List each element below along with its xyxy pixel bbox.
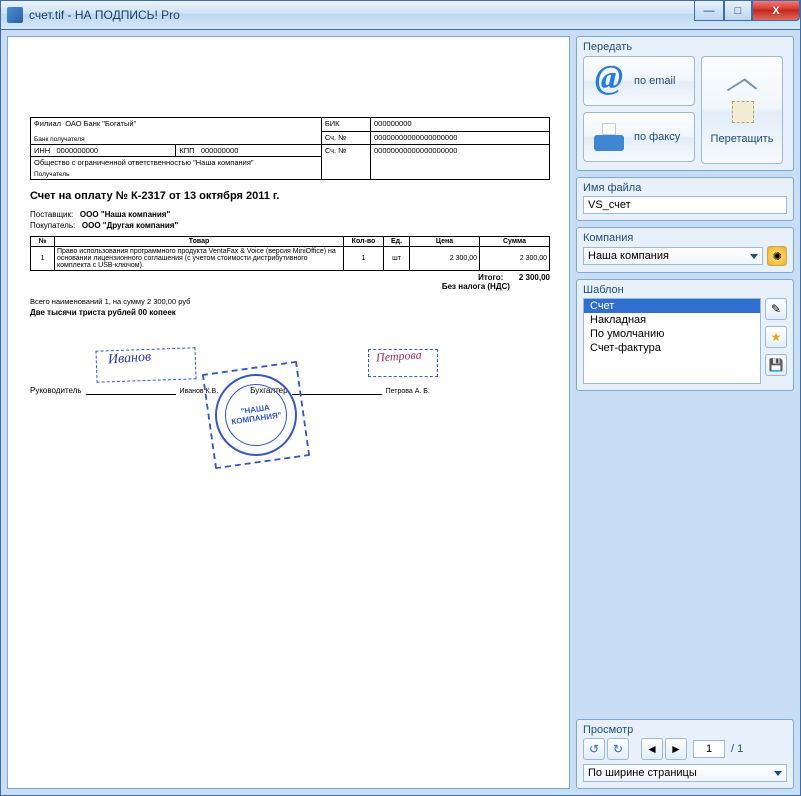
invoice-title: Счет на оплату № К-2317 от 13 октября 20… (30, 190, 550, 202)
signature-1: Иванов (107, 350, 151, 369)
prev-page-button[interactable]: ◄ (641, 738, 663, 760)
rotate-left-button[interactable]: ↺ (583, 738, 605, 760)
company-panel: Компания Наша компания ✺ (576, 227, 794, 273)
template-new-button[interactable]: ★ (765, 326, 787, 348)
drag-cursor-icon (722, 75, 762, 123)
chevron-down-icon (774, 771, 782, 776)
titlebar: счет.tif - НА ПОДПИСЬ! Pro — □ X (0, 0, 801, 30)
gear-icon: ✺ (773, 250, 782, 263)
document-page: Филиал ОАО Банк "Богатый" Банк получател… (30, 47, 550, 395)
template-item[interactable]: Счет-фактура (584, 341, 760, 355)
pencil-icon: ✎ (771, 302, 781, 316)
next-page-button[interactable]: ► (665, 738, 687, 760)
at-icon: @ (592, 64, 626, 98)
window-title: счет.tif - НА ПОДПИСЬ! Pro (29, 8, 180, 22)
maximize-button[interactable]: □ (724, 1, 752, 21)
floppy-icon: 💾 (769, 358, 784, 372)
template-panel: Шаблон СчетНакладнаяПо умолчаниюСчет-фак… (576, 279, 794, 391)
filename-panel: Имя файла (576, 177, 794, 221)
preview-panel: Просмотр ↺ ↻ ◄ ► / 1 По ширине страницы (576, 719, 794, 789)
template-item[interactable]: Счет (584, 299, 760, 313)
triangle-right-icon: ► (670, 742, 682, 756)
rotate-left-icon: ↺ (589, 742, 599, 756)
template-save-button[interactable]: 💾 (765, 354, 787, 376)
star-icon: ★ (771, 330, 782, 344)
signature-2: Петрова (376, 347, 423, 365)
close-button[interactable]: X (752, 1, 800, 21)
stamp: "НАША КОМПАНИЯ" (202, 361, 310, 469)
company-select[interactable]: Наша компания (583, 247, 763, 265)
template-edit-button[interactable]: ✎ (765, 298, 787, 320)
rotate-right-icon: ↻ (613, 742, 623, 756)
zoom-select[interactable]: По ширине страницы (583, 764, 787, 782)
template-item[interactable]: Накладная (584, 313, 760, 327)
document-preview[interactable]: Филиал ОАО Банк "Богатый" Банк получател… (7, 36, 570, 789)
page-total: / 1 (731, 743, 743, 755)
template-item[interactable]: По умолчанию (584, 327, 760, 341)
printer-icon (592, 123, 626, 151)
triangle-left-icon: ◄ (646, 742, 658, 756)
minimize-button[interactable]: — (694, 1, 724, 21)
send-fax-button[interactable]: по факсу (583, 112, 695, 162)
drag-button[interactable]: Перетащить (701, 56, 783, 164)
filename-input[interactable] (583, 196, 787, 214)
table-row: 1 Право использования программного проду… (31, 247, 550, 271)
rotate-right-button[interactable]: ↻ (607, 738, 629, 760)
template-list[interactable]: СчетНакладнаяПо умолчаниюСчет-фактура (583, 298, 761, 384)
send-panel: Передать @ по email по факсу (576, 36, 794, 171)
company-settings-button[interactable]: ✺ (767, 246, 787, 266)
chevron-down-icon (750, 254, 758, 259)
app-icon (7, 7, 23, 23)
page-number-input[interactable] (693, 740, 725, 758)
send-email-button[interactable]: @ по email (583, 56, 695, 106)
